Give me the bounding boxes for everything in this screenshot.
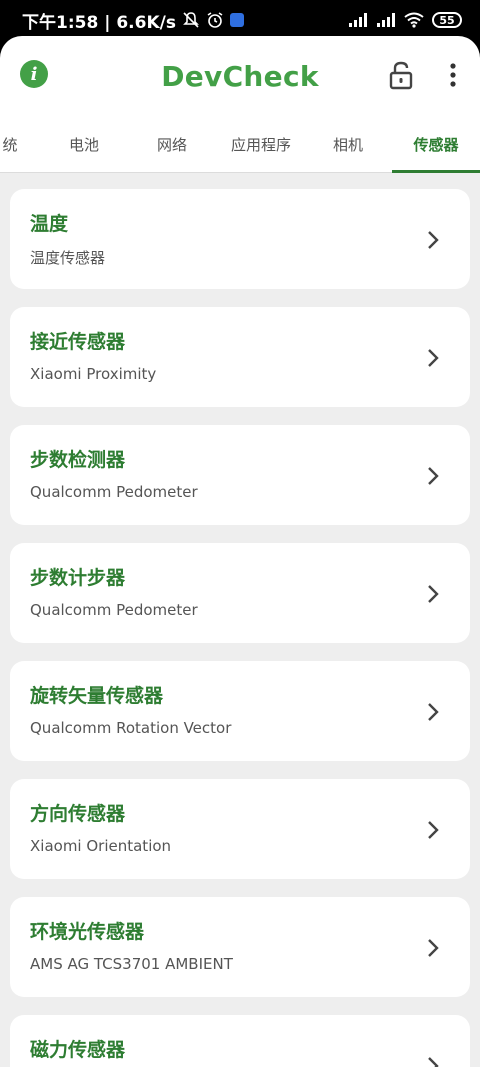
- app-window: i DevCheck 统 电池 网络 应用程序 相机 传感器 温度 温度传感器 …: [0, 36, 480, 1067]
- list-item[interactable]: 温度 温度传感器: [10, 189, 470, 289]
- list-item[interactable]: 步数检测器 Qualcomm Pedometer: [10, 425, 470, 525]
- chevron-right-icon: [428, 585, 439, 603]
- sensor-title: 接近传感器: [30, 331, 126, 353]
- list-item[interactable]: 旋转矢量传感器 Qualcomm Rotation Vector: [10, 661, 470, 761]
- more-vert-icon[interactable]: [444, 62, 462, 88]
- app-title: DevCheck: [161, 59, 319, 93]
- tab-network[interactable]: 网络: [132, 116, 212, 172]
- info-icon[interactable]: i: [20, 60, 48, 88]
- sensor-title: 磁力传感器: [30, 1039, 126, 1061]
- chevron-right-icon: [428, 703, 439, 721]
- lock-open-icon[interactable]: [388, 60, 414, 90]
- sensor-subtitle: 温度传感器: [30, 249, 106, 267]
- sensor-subtitle: Qualcomm Rotation Vector: [30, 719, 232, 737]
- sensor-title: 步数计步器: [30, 567, 126, 589]
- chevron-right-icon: [428, 939, 439, 957]
- sensor-title: 方向传感器: [30, 803, 126, 825]
- list-item[interactable]: 环境光传感器 AMS AG TCS3701 AMBIENT: [10, 897, 470, 997]
- app-bar: i DevCheck: [0, 36, 480, 116]
- chevron-right-icon: [428, 467, 439, 485]
- chevron-right-icon: [428, 1057, 439, 1067]
- tab-battery[interactable]: 电池: [44, 116, 124, 172]
- sensor-title: 步数检测器: [30, 449, 126, 471]
- sensor-title: 环境光传感器: [30, 921, 145, 943]
- app-notification-icon: [229, 13, 244, 27]
- sensor-subtitle: AMS AG TCS3701 AMBIENT: [30, 955, 233, 973]
- signal-icon: [376, 12, 396, 28]
- list-item[interactable]: 方向传感器 Xiaomi Orientation: [10, 779, 470, 879]
- chevron-right-icon: [428, 821, 439, 839]
- alarm-icon: [206, 11, 224, 29]
- sensor-subtitle: Qualcomm Pedometer: [30, 601, 198, 619]
- status-left: 下午1:58 | 6.6K/s: [22, 8, 244, 33]
- list-item[interactable]: 接近传感器 Xiaomi Proximity: [10, 307, 470, 407]
- status-time-speed: 下午1:58 | 6.6K/s: [22, 12, 176, 33]
- status-right: 55: [348, 12, 462, 28]
- tab-apps[interactable]: 应用程序: [216, 116, 306, 172]
- list-item[interactable]: 磁力传感器: [10, 1015, 470, 1067]
- list-item[interactable]: 步数计步器 Qualcomm Pedometer: [10, 543, 470, 643]
- battery-icon: 55: [432, 12, 462, 28]
- mute-icon: [182, 11, 200, 29]
- status-bar: 下午1:58 | 6.6K/s 55: [0, 0, 480, 40]
- chevron-right-icon: [428, 349, 439, 367]
- tab-camera[interactable]: 相机: [308, 116, 388, 172]
- sensor-title: 旋转矢量传感器: [30, 685, 164, 707]
- sensor-subtitle: Xiaomi Orientation: [30, 837, 172, 855]
- signal-icon: [348, 12, 368, 28]
- chevron-right-icon: [428, 231, 439, 249]
- sensor-subtitle: Xiaomi Proximity: [30, 365, 157, 383]
- tab-system[interactable]: 统: [0, 116, 30, 172]
- sensor-list: 温度 温度传感器 接近传感器 Xiaomi Proximity 步数检测器 Qu…: [0, 173, 480, 1067]
- tab-sensors[interactable]: 传感器: [392, 116, 480, 172]
- sensor-title: 温度: [30, 213, 69, 235]
- wifi-icon: [404, 12, 424, 28]
- sensor-subtitle: Qualcomm Pedometer: [30, 483, 198, 501]
- tab-bar: 统 电池 网络 应用程序 相机 传感器: [0, 116, 480, 173]
